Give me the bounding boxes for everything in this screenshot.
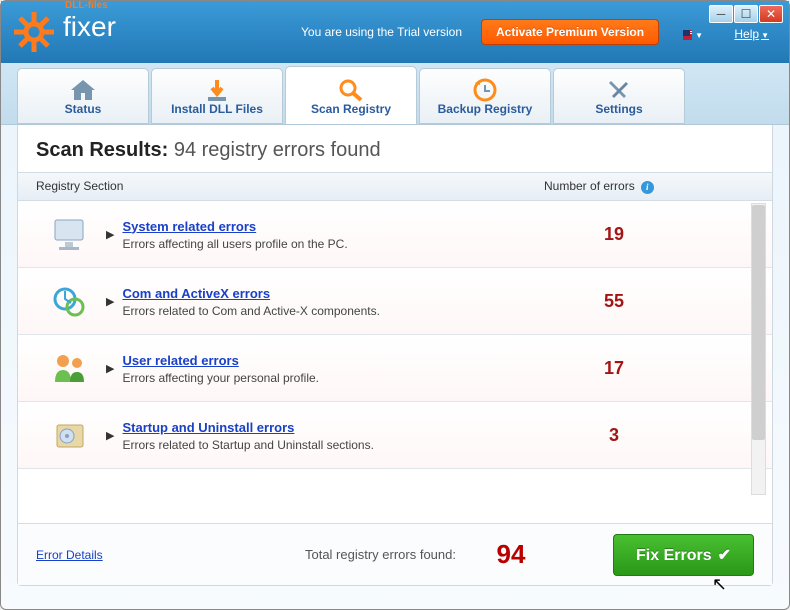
minimize-button[interactable]: ─ xyxy=(709,5,733,23)
tab-label: Settings xyxy=(595,102,642,116)
content-panel: Scan Results: 94 registry errors found R… xyxy=(17,125,773,586)
tab-label: Status xyxy=(65,102,102,116)
fix-errors-button[interactable]: Fix Errors✔ xyxy=(613,534,754,576)
app-logo: DLL-files fixer xyxy=(11,9,116,55)
home-icon xyxy=(68,77,98,103)
expand-arrow-icon[interactable]: ▶ xyxy=(106,228,114,241)
table-row: ▶ User related errors Errors affecting yo… xyxy=(18,335,772,402)
check-icon: ✔ xyxy=(718,547,731,564)
category-desc: Errors related to Com and Active-X compo… xyxy=(122,304,544,318)
close-button[interactable]: ✕ xyxy=(759,5,783,23)
users-icon xyxy=(36,347,106,389)
tab-status[interactable]: Status xyxy=(17,68,149,124)
tab-settings[interactable]: Settings xyxy=(553,68,685,124)
error-count: 55 xyxy=(544,291,754,312)
tools-icon xyxy=(604,77,634,103)
table-row: ▶ Com and ActiveX errors Errors related t… xyxy=(18,268,772,335)
results-footer: Error Details Total registry errors foun… xyxy=(18,523,772,585)
titlebar: DLL-files fixer You are using the Trial … xyxy=(1,1,789,63)
info-icon[interactable]: i xyxy=(641,181,654,194)
maximize-button[interactable]: ☐ xyxy=(734,5,758,23)
tab-install-dll[interactable]: Install DLL Files xyxy=(151,68,283,124)
scrollbar[interactable] xyxy=(751,203,766,495)
total-count: 94 xyxy=(456,539,566,570)
logo-icon xyxy=(11,9,57,55)
backup-icon xyxy=(470,77,500,103)
category-desc: Errors affecting your personal profile. xyxy=(122,371,544,385)
flag-us-icon xyxy=(683,30,692,40)
expand-arrow-icon[interactable]: ▶ xyxy=(106,429,114,442)
col-header-section: Registry Section xyxy=(36,179,544,194)
system-icon xyxy=(36,213,106,255)
scroll-thumb[interactable] xyxy=(752,205,765,440)
category-link[interactable]: System related errors xyxy=(122,219,256,234)
trial-version-label: You are using the Trial version xyxy=(301,25,462,39)
category-link[interactable]: User related errors xyxy=(122,353,238,368)
logo-text: fixer xyxy=(63,11,116,42)
startup-icon xyxy=(36,414,106,456)
category-link[interactable]: Com and ActiveX errors xyxy=(122,286,270,301)
total-label: Total registry errors found: xyxy=(236,547,456,562)
error-count: 3 xyxy=(544,425,754,446)
com-icon xyxy=(36,280,106,322)
language-selector[interactable]: ▼ xyxy=(683,29,703,41)
expand-arrow-icon[interactable]: ▶ xyxy=(106,295,114,308)
error-count: 17 xyxy=(544,358,754,379)
results-header: Registry Section Number of errorsi xyxy=(18,172,772,201)
category-desc: Errors affecting all users profile on th… xyxy=(122,237,544,251)
tab-backup-registry[interactable]: Backup Registry xyxy=(419,68,551,124)
download-icon xyxy=(202,77,232,103)
tab-label: Install DLL Files xyxy=(171,102,263,116)
tab-bar: Status Install DLL Files Scan Registry B… xyxy=(1,63,789,125)
table-row: ▶ Startup and Uninstall errors Errors rel… xyxy=(18,402,772,469)
tab-label: Scan Registry xyxy=(311,102,391,116)
category-link[interactable]: Startup and Uninstall errors xyxy=(122,420,294,435)
search-icon xyxy=(336,77,366,103)
app-window: DLL-files fixer You are using the Trial … xyxy=(0,0,790,610)
error-details-link[interactable]: Error Details xyxy=(36,548,236,562)
results-rows: ▶ System related errors Errors affecting … xyxy=(18,201,772,491)
expand-arrow-icon[interactable]: ▶ xyxy=(106,362,114,375)
activate-premium-button[interactable]: Activate Premium Version xyxy=(481,19,659,45)
tab-scan-registry[interactable]: Scan Registry xyxy=(285,66,417,124)
help-menu[interactable]: Help▼ xyxy=(734,27,769,41)
tab-label: Backup Registry xyxy=(438,102,533,116)
table-row: ▶ System related errors Errors affecting … xyxy=(18,201,772,268)
category-desc: Errors related to Startup and Uninstall … xyxy=(122,438,544,452)
col-header-errors: Number of errorsi xyxy=(544,179,754,194)
scan-results-heading: Scan Results: 94 registry errors found xyxy=(18,139,772,172)
logo-superscript: DLL-files xyxy=(65,1,116,11)
error-count: 19 xyxy=(544,224,754,245)
